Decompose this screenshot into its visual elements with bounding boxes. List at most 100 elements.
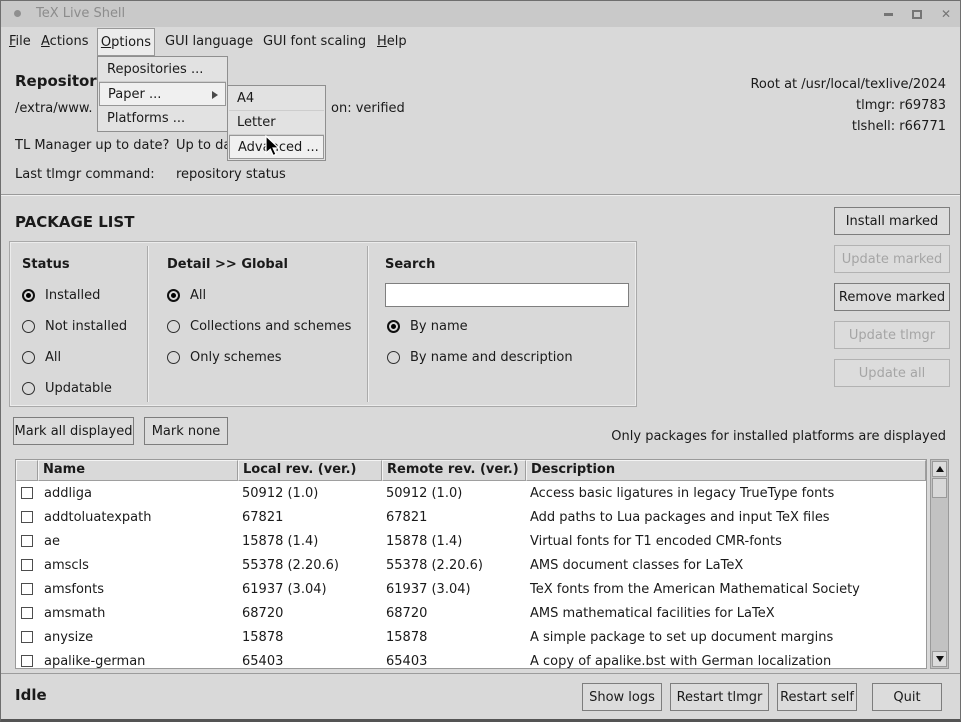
texlive-root: Root at /usr/local/texlive/2024 <box>750 74 946 95</box>
titlebar[interactable]: TeX Live Shell ✕ <box>1 1 960 27</box>
row-checkbox[interactable] <box>21 607 33 619</box>
statusbar: Idle Show logs Restart tlmgr Restart sel… <box>1 673 960 720</box>
scroll-up-icon[interactable] <box>932 461 947 477</box>
mark-none-button[interactable]: Mark none <box>144 417 228 445</box>
platform-note: Only packages for installed platforms ar… <box>611 429 946 444</box>
panel-divider <box>367 246 368 402</box>
package-table[interactable]: Name Local rev. (ver.) Remote rev. (ver.… <box>15 459 927 669</box>
table-row[interactable]: amscls 55378 (2.20.6) 55378 (2.20.6) AMS… <box>16 553 926 577</box>
pkg-remote-rev: 15878 <box>382 630 526 645</box>
radio-icon <box>167 289 180 302</box>
radio-not-installed[interactable]: Not installed <box>22 319 127 334</box>
radio-icon <box>167 351 180 364</box>
header-name[interactable]: Name <box>38 460 238 481</box>
radio-installed[interactable]: Installed <box>22 288 100 303</box>
pkg-local-rev: 15878 (1.4) <box>238 534 382 549</box>
row-checkbox[interactable] <box>21 583 33 595</box>
header-checkbox-column[interactable] <box>16 460 38 481</box>
menu-item-label: Repositories ... <box>107 62 203 77</box>
table-row[interactable]: apalike-german 65403 65403 A copy of apa… <box>16 649 926 669</box>
repository-verification-fragment: on: verified <box>331 101 405 116</box>
menu-item-label: Paper ... <box>108 87 161 102</box>
radio-status-all[interactable]: All <box>22 350 61 365</box>
menu-options[interactable]: Options <box>97 28 155 56</box>
pkg-remote-rev: 50912 (1.0) <box>382 486 526 501</box>
menu-item-letter[interactable]: Letter <box>229 111 324 135</box>
status-text: Idle <box>15 686 47 704</box>
package-list-heading: PACKAGE LIST <box>15 213 134 231</box>
scroll-down-icon[interactable] <box>932 651 947 667</box>
search-input[interactable] <box>385 283 629 307</box>
table-row[interactable]: amsfonts 61937 (3.04) 61937 (3.04) TeX f… <box>16 577 926 601</box>
pkg-remote-rev: 67821 <box>382 510 526 525</box>
radio-label: By name and description <box>410 350 573 365</box>
radio-updatable[interactable]: Updatable <box>22 381 112 396</box>
pkg-description: AMS mathematical facilities for LaTeX <box>526 606 926 621</box>
update-tlmgr-button: Update tlmgr <box>834 321 950 349</box>
header-remote-rev[interactable]: Remote rev. (ver.) <box>382 460 526 481</box>
radio-label: Updatable <box>45 381 112 396</box>
row-checkbox[interactable] <box>21 631 33 643</box>
radio-label: By name <box>410 319 468 334</box>
pkg-name: apalike-german <box>38 654 238 669</box>
repository-url-fragment: /extra/www. <box>15 101 92 116</box>
show-logs-button[interactable]: Show logs <box>582 683 662 711</box>
table-row[interactable]: anysize 15878 15878 A simple package to … <box>16 625 926 649</box>
table-row[interactable]: ae 15878 (1.4) 15878 (1.4) Virtual fonts… <box>16 529 926 553</box>
restart-self-button[interactable]: Restart self <box>777 683 857 711</box>
mark-all-displayed-button[interactable]: Mark all displayed <box>13 417 134 445</box>
radio-label: Only schemes <box>190 350 282 365</box>
menu-actions[interactable]: Actions <box>41 34 89 49</box>
radio-collections-schemes[interactable]: Collections and schemes <box>167 319 351 334</box>
uptodate-label: TL Manager up to date? <box>15 138 169 153</box>
radio-detail-all[interactable]: All <box>167 288 206 303</box>
radio-only-schemes[interactable]: Only schemes <box>167 350 282 365</box>
table-row[interactable]: addtoluatexpath 67821 67821 Add paths to… <box>16 505 926 529</box>
install-marked-button[interactable]: Install marked <box>834 207 950 235</box>
header-description[interactable]: Description <box>526 460 926 481</box>
menu-item-paper[interactable]: Paper ... <box>99 82 226 106</box>
header-local-rev[interactable]: Local rev. (ver.) <box>238 460 382 481</box>
remove-marked-button[interactable]: Remove marked <box>834 283 950 311</box>
menu-gui-font-scaling[interactable]: GUI font scaling <box>263 34 366 49</box>
row-checkbox[interactable] <box>21 559 33 571</box>
pkg-remote-rev: 61937 (3.04) <box>382 582 526 597</box>
maximize-icon[interactable] <box>911 8 923 20</box>
search-group-heading: Search <box>385 257 435 272</box>
radio-by-name[interactable]: By name <box>387 319 468 334</box>
window-controls: ✕ <box>882 1 952 27</box>
menu-file[interactable]: File <box>9 34 31 49</box>
close-icon[interactable]: ✕ <box>940 8 952 20</box>
app-icon <box>14 10 21 17</box>
quit-button[interactable]: Quit <box>872 683 942 711</box>
row-checkbox[interactable] <box>21 487 33 499</box>
table-scrollbar[interactable] <box>930 459 949 669</box>
row-checkbox[interactable] <box>21 535 33 547</box>
radio-icon <box>22 289 35 302</box>
pkg-name: addliga <box>38 486 238 501</box>
pkg-local-rev: 55378 (2.20.6) <box>238 558 382 573</box>
pkg-name: amscls <box>38 558 238 573</box>
menu-item-repositories[interactable]: Repositories ... <box>99 58 226 82</box>
repository-heading: Repository <box>15 72 107 90</box>
menu-help[interactable]: Help <box>377 34 407 49</box>
pkg-description: A simple package to set up document marg… <box>526 630 926 645</box>
pkg-name: anysize <box>38 630 238 645</box>
radio-by-name-description[interactable]: By name and description <box>387 350 573 365</box>
radio-label: All <box>190 288 206 303</box>
pkg-description: TeX fonts from the American Mathematical… <box>526 582 926 597</box>
menu-item-platforms[interactable]: Platforms ... <box>99 106 226 130</box>
minimize-icon[interactable] <box>882 8 894 20</box>
restart-tlmgr-button[interactable]: Restart tlmgr <box>670 683 769 711</box>
pkg-name: amsmath <box>38 606 238 621</box>
radio-icon <box>22 320 35 333</box>
table-row[interactable]: addliga 50912 (1.0) 50912 (1.0) Access b… <box>16 481 926 505</box>
pkg-description: A copy of apalike.bst with German locali… <box>526 654 926 669</box>
row-checkbox[interactable] <box>21 655 33 667</box>
menu-item-a4[interactable]: A4 <box>229 87 324 111</box>
table-row[interactable]: amsmath 68720 68720 AMS mathematical fac… <box>16 601 926 625</box>
scrollbar-thumb[interactable] <box>932 478 947 498</box>
row-checkbox[interactable] <box>21 511 33 523</box>
menu-gui-language[interactable]: GUI language <box>165 34 253 49</box>
update-marked-button: Update marked <box>834 245 950 273</box>
